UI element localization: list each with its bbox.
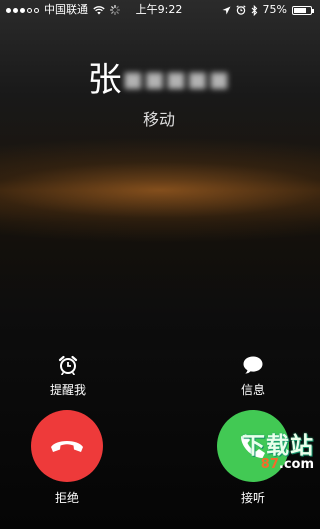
decline-label: 拒绝 (54, 491, 79, 505)
watermark-domain-highlight: 87 (260, 457, 279, 472)
message-label: 信息 (240, 383, 265, 397)
alarm-icon (235, 5, 246, 15)
watermark-main: 下载站 (242, 433, 314, 459)
battery-percent: 75% (262, 3, 287, 16)
watermark-domain: 87.com (222, 457, 314, 472)
message-button[interactable]: 信息 (225, 355, 281, 398)
site-watermark: 下载站 87.com (222, 426, 314, 472)
chat-bubble-icon (243, 356, 263, 374)
accept-label: 接听 (240, 491, 265, 505)
watermark-domain-suffix: .com (278, 457, 314, 472)
phone-hangup-icon (51, 441, 83, 452)
location-arrow-icon (222, 6, 231, 14)
caller-name-visible: 张 (87, 60, 123, 100)
caller-name: 张■■■■■ (0, 52, 318, 101)
caller-name-obscured: ■■■■■ (122, 60, 231, 100)
bluetooth-icon (251, 4, 257, 16)
caller-location: 移动 (142, 110, 175, 129)
decline-button[interactable] (31, 410, 103, 482)
status-bar: 中国联通 上午9:22 75% (0, 0, 318, 20)
remind-me-button[interactable]: 提醒我 (40, 355, 96, 398)
battery-icon (292, 5, 314, 15)
status-right: 75% (222, 0, 314, 20)
remind-me-label: 提醒我 (49, 383, 86, 397)
alarm-clock-icon (58, 355, 78, 375)
